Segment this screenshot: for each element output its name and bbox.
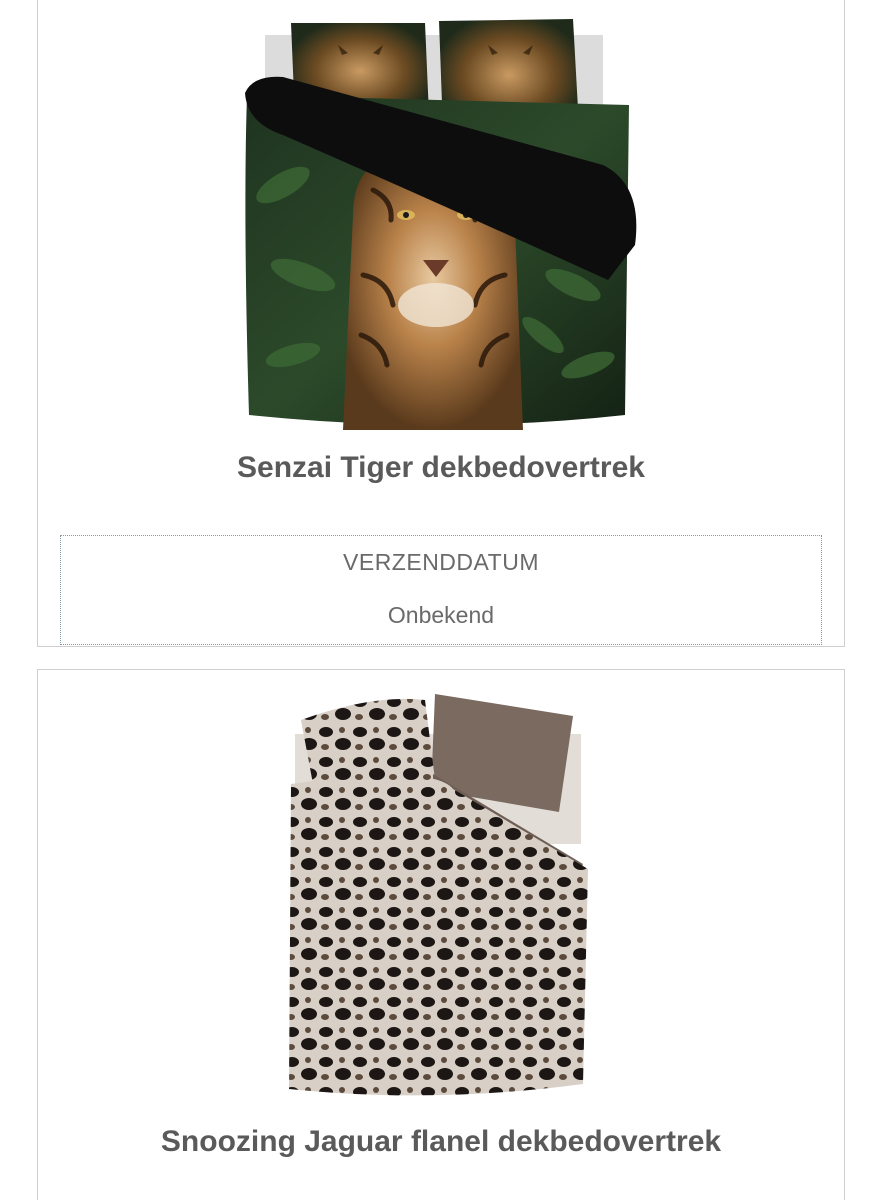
product-card-jaguar[interactable]: Snoozing Jaguar flanel dekbedovertrek bbox=[37, 669, 845, 1200]
product-title[interactable]: Snoozing Jaguar flanel dekbedovertrek bbox=[38, 1125, 844, 1159]
tiger-duvet-image[interactable] bbox=[243, 15, 643, 430]
jaguar-duvet-image[interactable] bbox=[283, 694, 603, 1104]
shipping-info-box: VERZENDDATUM Onbekend bbox=[60, 535, 822, 645]
product-title[interactable]: Senzai Tiger dekbedovertrek bbox=[38, 451, 844, 485]
product-list: Senzai Tiger dekbedovertrek VERZENDDATUM… bbox=[0, 0, 876, 1200]
shipping-date-value: Onbekend bbox=[387, 602, 495, 628]
shipping-date-label: VERZENDDATUM bbox=[343, 549, 539, 575]
product-card-tiger[interactable]: Senzai Tiger dekbedovertrek VERZENDDATUM… bbox=[37, 0, 845, 647]
